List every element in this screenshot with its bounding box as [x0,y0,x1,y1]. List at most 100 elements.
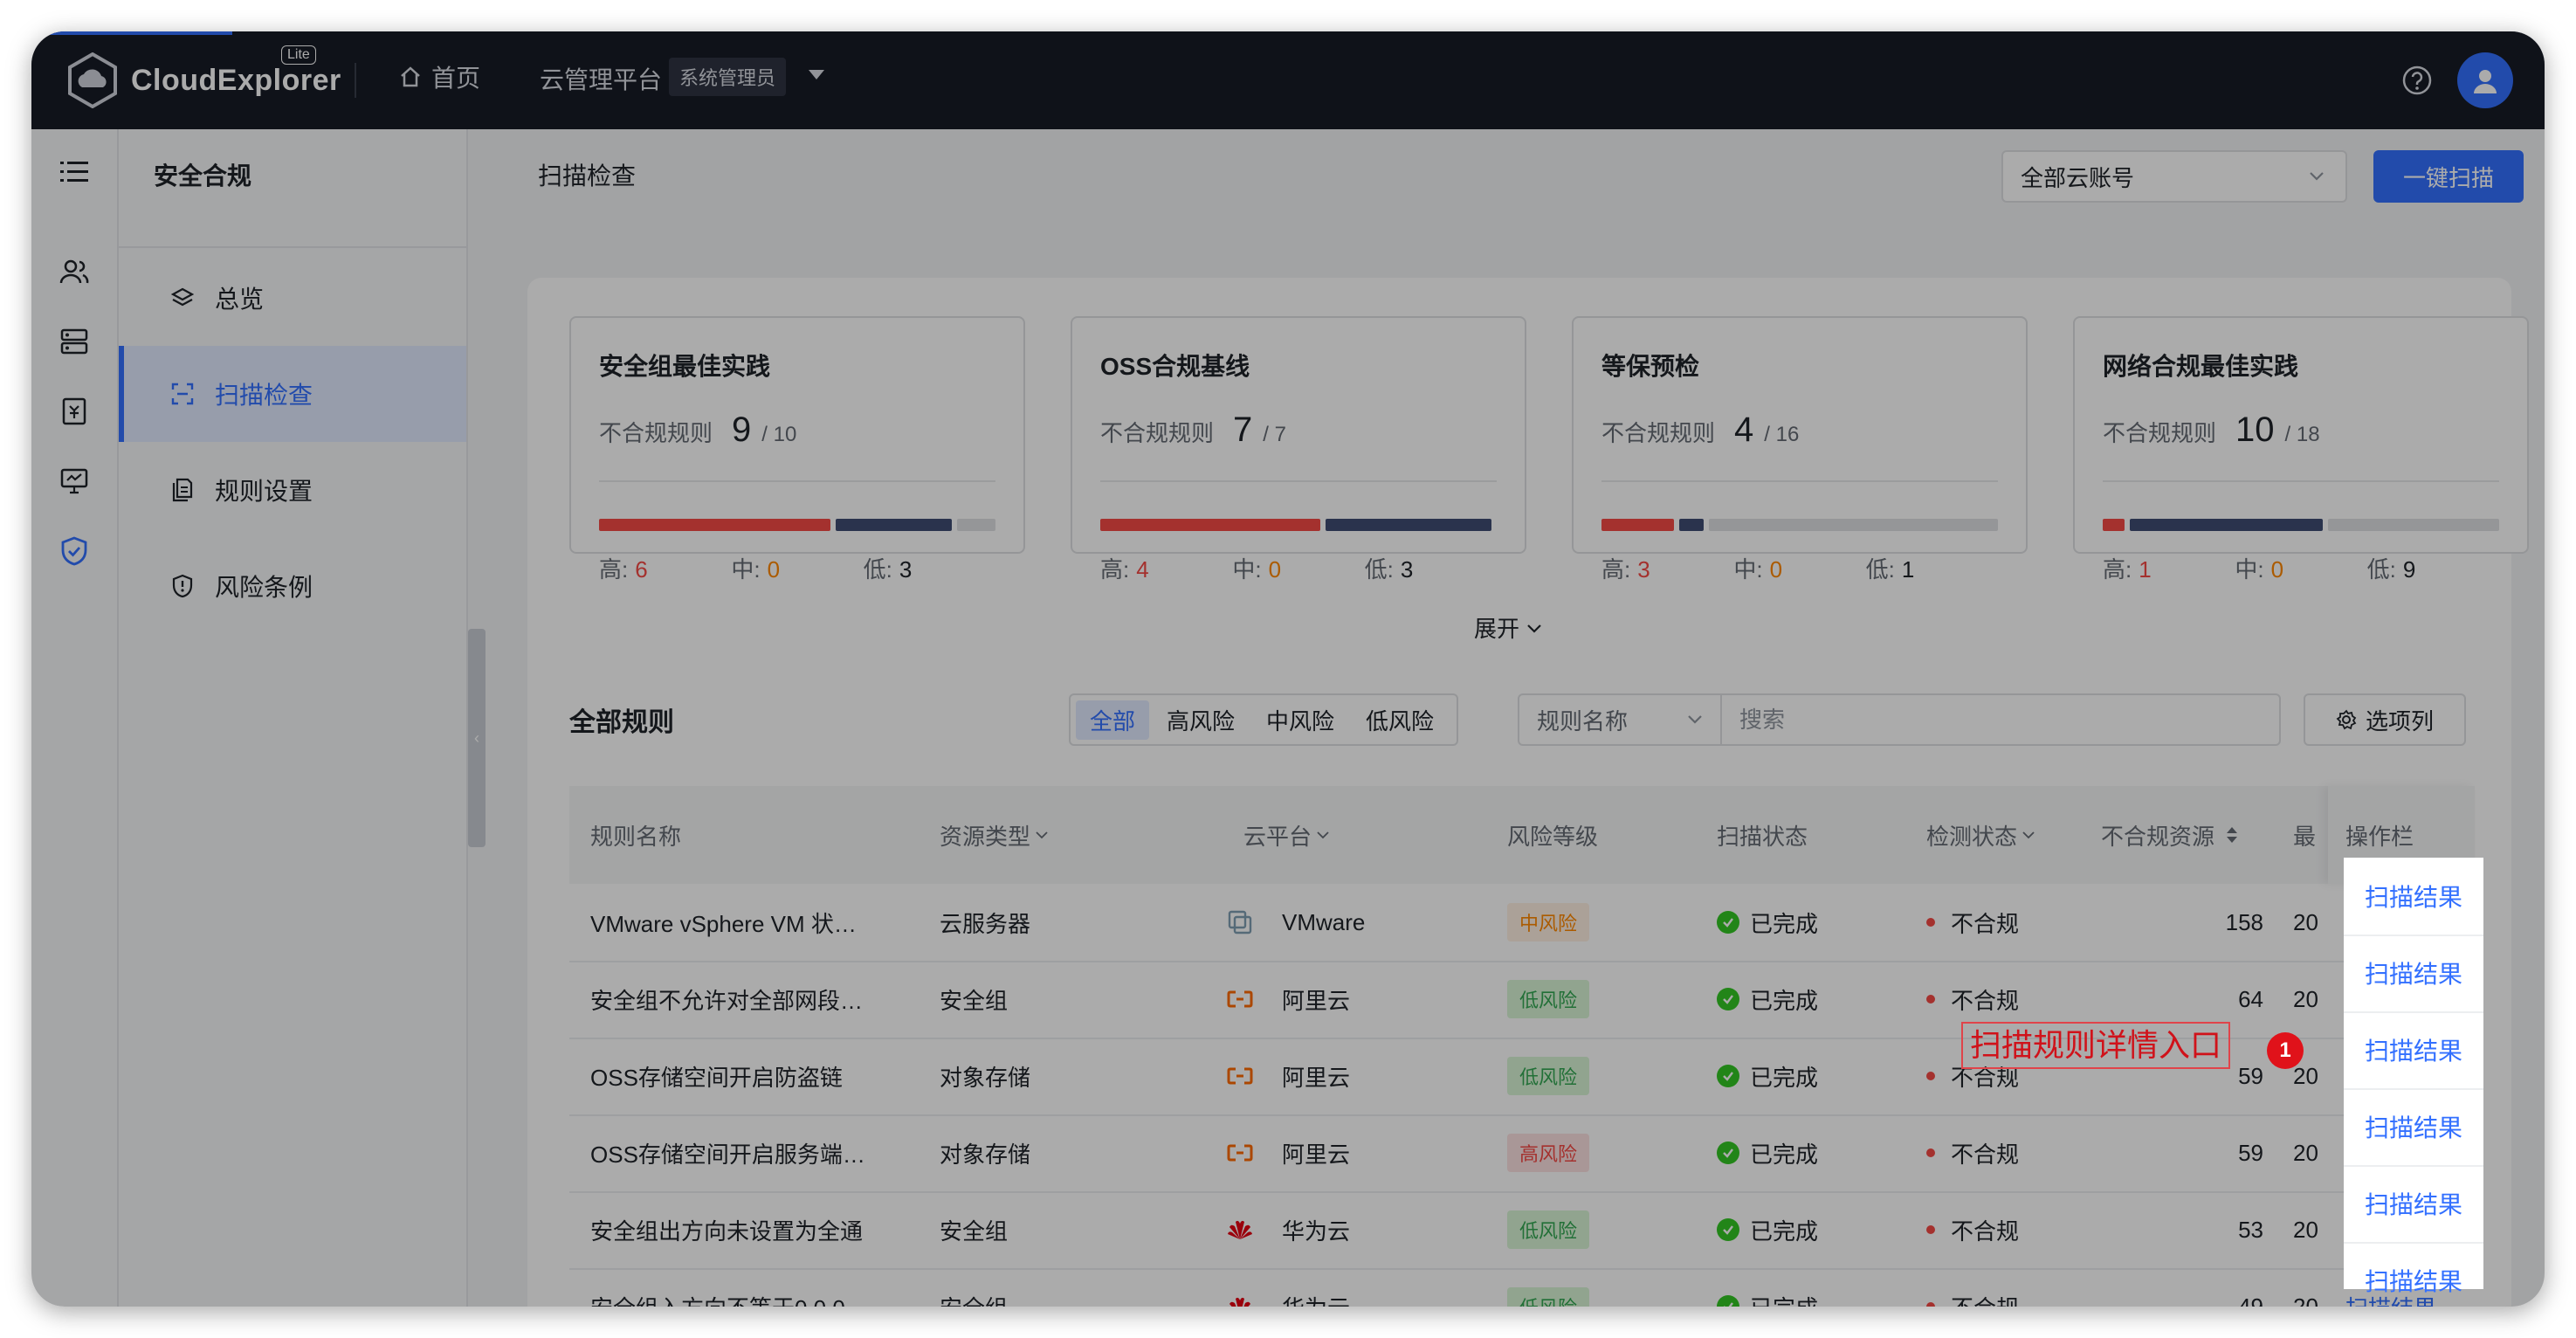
risk-bar-high [2103,519,2125,531]
role-select[interactable]: 系统管理员 [669,58,787,96]
highlighted-scan-result-link[interactable]: 扫描结果 [2344,1088,2483,1167]
highlighted-scan-result-link[interactable]: 扫描结果 [2344,1165,2483,1244]
sidebar-item-overview[interactable]: 总览 [119,250,466,346]
compliance-card[interactable]: 网络合规最佳实践 不合规规则 10 / 18 高: 1 中: 0 低: 9 [2073,316,2529,583]
col-noncompliant-count[interactable]: 不合规资源 [2101,786,2241,884]
chevron-down-icon [2022,831,2035,839]
highlighted-scan-result-link[interactable]: 扫描结果 [2344,1011,2483,1090]
column-options-button[interactable]: 选项列 [2304,693,2466,746]
col-platform[interactable]: 云平台 [1243,786,1331,884]
column-options-label: 选项列 [2365,707,2434,735]
highlighted-scan-result-link[interactable]: 扫描结果 [2344,858,2483,936]
highlighted-scan-result-link[interactable]: 扫描结果 [2344,1242,2483,1307]
low-count: 低: 9 [2367,552,2499,584]
detect-status-text: 不合规 [1951,1217,2020,1245]
risk-level-cell: 高风险 [1507,1114,1590,1191]
users-icon[interactable] [58,255,91,288]
table-row[interactable]: 安全组入方向不等于0.0.0.… 安全组 华为云 低风险 已完成 不合规 49 … [569,1268,2475,1307]
risk-level-tag: 高风险 [1507,1134,1590,1172]
chevron-down-icon [2310,172,2324,181]
mid-count: 中: 0 [2235,552,2366,584]
table-row[interactable]: 安全组出方向未设置为全通 安全组 华为云 低风险 已完成 不合规 53 20 扫… [569,1191,2475,1270]
risk-bar-mid [1326,519,1491,531]
detect-status-text: 不合规 [1951,1291,2019,1307]
high-label: 高: [599,556,629,583]
check-circle-icon [1717,911,1739,934]
card-noncompliant-count: 7 [1233,410,1253,449]
huawei-icon [1223,1268,1257,1307]
server-icon[interactable] [58,325,91,358]
risk-filter-mid[interactable]: 中风险 [1252,700,1348,740]
risk-distribution-bar [2103,519,2499,531]
status-dot [1926,918,1935,927]
risk-filter-high[interactable]: 高风险 [1153,700,1249,740]
mid-count: 中: 0 [1232,552,1364,584]
sidebar-item-scan[interactable]: 扫描检查 [119,346,466,442]
mid-value: 0 [767,556,781,583]
security-shield-icon[interactable] [58,535,91,568]
search-field-select[interactable]: 规则名称 [1518,693,1722,746]
compliance-card[interactable]: 安全组最佳实践 不合规规则 9 / 10 高: 6 中: 0 低: 3 [569,316,1025,583]
col-risk-level[interactable]: 风险等级 [1507,786,1598,884]
scan-status-text: 已完成 [1750,1217,1819,1245]
home-icon [401,66,420,87]
chevron-down-icon [1036,831,1048,839]
sidebar-item-rules[interactable]: 规则设置 [119,442,466,538]
rule-name-cell[interactable]: VMware vSphere VM 状… [590,884,857,961]
help-icon[interactable] [2401,65,2433,100]
card-title: 网络合规最佳实践 [2103,353,2299,380]
compliance-card[interactable]: OSS合规基线 不合规规则 7 / 7 高: 4 中: 0 低: 3 [1071,316,1526,583]
card-title: 等保预检 [1601,353,1700,380]
detect-status-text: 不合规 [1951,1141,2020,1168]
high-value: 4 [1136,556,1149,583]
expand-toggle[interactable]: 展开 [1474,611,1544,644]
aliyun-icon [1223,961,1257,1038]
card-summary: 不合规规则 10 / 18 [2103,410,2320,450]
menu-toggle-icon[interactable] [58,155,91,189]
platform-cell: 阿里云 [1282,987,1351,1014]
rule-name-cell[interactable]: OSS存储空间开启防盗链 [590,1038,843,1114]
last-scan-cell: 20 [2293,908,2318,935]
sidebar-collapse-handle[interactable]: ‹ [468,629,486,847]
risk-filter-low[interactable]: 低风险 [1352,700,1448,740]
compliance-card[interactable]: 等保预检 不合规规则 4 / 16 高: 3 中: 0 低: 1 [1572,316,2028,583]
low-label: 低: [1364,556,1394,583]
sort-icon [2227,827,2238,843]
aliyun-icon [1223,1038,1257,1114]
last-scan-cell: 20 [2293,1139,2318,1166]
table-row[interactable]: OSS存储空间开启服务端… 对象存储 阿里云 高风险 已完成 不合规 59 20… [569,1114,2475,1193]
col-resource-type[interactable]: 资源类型 [940,786,1050,884]
user-avatar[interactable] [2457,52,2513,108]
check-circle-icon [1717,1065,1739,1087]
rule-name-cell[interactable]: 安全组入方向不等于0.0.0.… [590,1268,874,1307]
col-rule-name[interactable]: 规则名称 [590,786,681,884]
nav-home[interactable]: 首页 [398,59,480,94]
monitor-icon[interactable] [58,465,91,498]
app-name: CloudExplorer [131,63,341,97]
account-select[interactable]: 全部云账号 [2001,150,2347,203]
rule-doc-icon [169,477,196,503]
platform-cell: 阿里云 [1282,1064,1351,1091]
col-scan-status[interactable]: 扫描状态 [1717,786,1808,884]
table-row[interactable]: VMware vSphere VM 状… 云服务器 VMware 中风险 已完成… [569,884,2475,962]
sidebar-item-risk[interactable]: 风险条例 [119,538,466,634]
annotation-step-badge: 1 [2267,1032,2304,1069]
high-label: 高: [1100,556,1130,583]
rule-name-cell[interactable]: 安全组不允许对全部网段… [590,961,863,1038]
rule-name-cell[interactable]: 安全组出方向未设置为全通 [590,1191,863,1268]
risk-level-counts: 高: 4 中: 0 低: 3 [1100,552,1497,584]
high-count: 高: 1 [2103,552,2235,584]
search-input[interactable] [1720,693,2281,746]
col-detect-status[interactable]: 检测状态 [1926,786,2036,884]
risk-level-cell: 低风险 [1507,1191,1590,1268]
topbar-divider [355,63,356,98]
risk-filter-all[interactable]: 全部 [1076,700,1150,740]
content-panel: 安全组最佳实践 不合规规则 9 / 10 高: 6 中: 0 低: 3 OSS合规基线… [527,278,2529,1307]
col-last-scan[interactable]: 最 [2293,786,2316,884]
one-click-scan-button[interactable]: 一键扫描 [2373,150,2524,203]
noncompliant-count-cell: 49 [2238,1293,2263,1307]
role-caret-icon[interactable] [809,70,824,79]
highlighted-scan-result-link[interactable]: 扫描结果 [2344,935,2483,1013]
rule-name-cell[interactable]: OSS存储空间开启服务端… [590,1114,865,1191]
bill-icon[interactable] [58,395,91,428]
